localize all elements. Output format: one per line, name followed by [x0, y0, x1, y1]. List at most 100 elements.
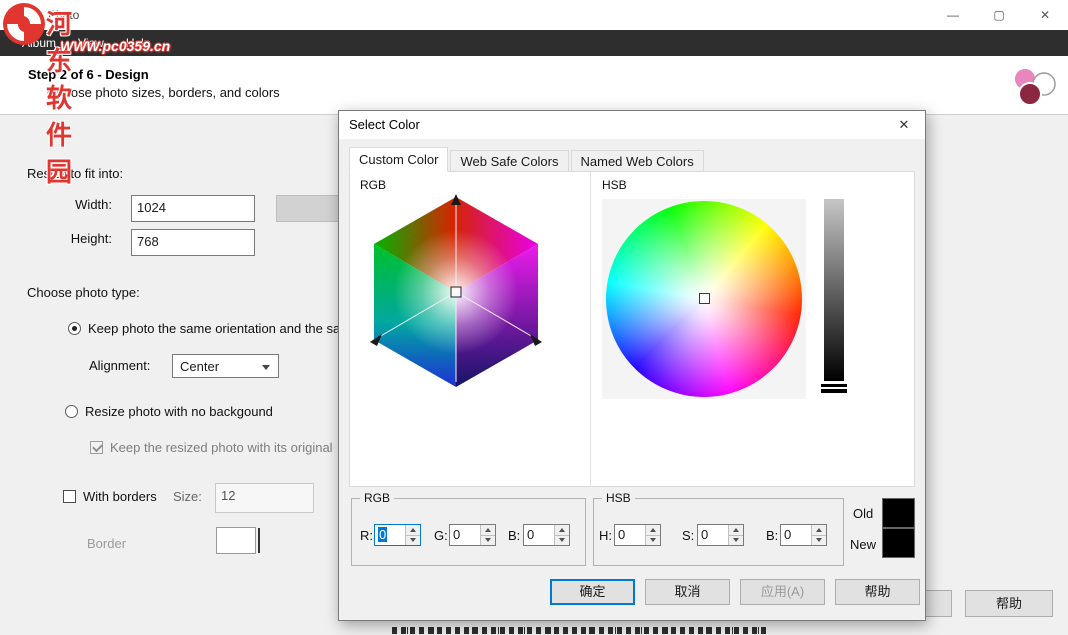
- cube-marker[interactable]: [451, 287, 461, 297]
- hsb-group-label: HSB: [602, 491, 635, 505]
- down-arrow-icon: [559, 538, 565, 542]
- width-label: Width:: [60, 197, 112, 212]
- b-label: B:: [508, 528, 520, 543]
- titlebar: Photo — ▢ ✕: [0, 0, 1068, 30]
- g-value[interactable]: 0: [450, 525, 480, 545]
- alignment-value: Center: [180, 359, 219, 374]
- step-title: Step 2 of 6 - Design: [28, 67, 149, 82]
- up-arrow-icon: [733, 528, 739, 532]
- b-spinner: 0: [523, 524, 570, 546]
- checkbox-keep-original[interactable]: [90, 441, 103, 454]
- hsb-b-spin-down[interactable]: [812, 535, 826, 546]
- radio-same-orientation[interactable]: [68, 322, 81, 335]
- wheel-marker[interactable]: [699, 293, 710, 304]
- border-label: Border: [87, 536, 126, 551]
- down-arrow-icon: [816, 538, 822, 542]
- radio-same-orientation-label[interactable]: Keep photo the same orientation and the …: [88, 321, 340, 336]
- rgb-color-cube[interactable]: [366, 194, 546, 390]
- radio-no-background[interactable]: [65, 405, 78, 418]
- r-value[interactable]: 0: [375, 525, 405, 545]
- size-label: Size:: [173, 489, 202, 504]
- height-label: Height:: [60, 231, 112, 246]
- up-arrow-icon: [485, 528, 491, 532]
- g-spin-down[interactable]: [481, 535, 495, 546]
- hsb-wheel-area: [602, 199, 806, 399]
- height-input[interactable]: 768: [131, 229, 255, 256]
- menu-item-help[interactable]: Help: [122, 36, 155, 50]
- rgb-group-label: RGB: [360, 491, 394, 505]
- hsb-b-label: B:: [766, 528, 778, 543]
- h-spin-up[interactable]: [646, 525, 660, 535]
- window-controls: — ▢ ✕: [930, 0, 1068, 30]
- minimize-button[interactable]: —: [930, 0, 976, 30]
- hsb-color-wheel[interactable]: [606, 201, 802, 397]
- chevron-down-icon: [262, 365, 270, 370]
- apply-button[interactable]: 应用(A): [740, 579, 825, 605]
- photo-type-label: Choose photo type:: [27, 285, 140, 300]
- up-arrow-icon: [816, 528, 822, 532]
- old-color-swatch: [882, 498, 915, 528]
- resize-label: Resize to fit into:: [27, 166, 123, 181]
- radio-no-background-label[interactable]: Resize photo with no backgound: [85, 404, 273, 419]
- s-spinner: 0: [697, 524, 744, 546]
- up-arrow-icon: [559, 528, 565, 532]
- dialog-close-button[interactable]: ✕: [893, 111, 915, 139]
- s-spin-down[interactable]: [729, 535, 743, 546]
- cancel-button[interactable]: 取消: [645, 579, 730, 605]
- up-arrow-icon: [410, 528, 416, 532]
- alignment-label: Alignment:: [89, 358, 150, 373]
- checkbox-with-borders-label[interactable]: With borders: [83, 489, 157, 504]
- hsb-section-label: HSB: [602, 178, 627, 192]
- tab-web-safe-colors[interactable]: Web Safe Colors: [450, 150, 568, 172]
- window-title: Photo: [48, 0, 79, 30]
- alignment-select[interactable]: Center: [172, 354, 279, 378]
- b-spin-up[interactable]: [555, 525, 569, 535]
- r-spinner: 0: [374, 524, 421, 546]
- checkbox-with-borders[interactable]: [63, 490, 76, 503]
- main-help-button[interactable]: 帮助: [965, 590, 1053, 617]
- h-label: H:: [599, 528, 612, 543]
- r-label: R:: [360, 528, 373, 543]
- tab-named-web-colors[interactable]: Named Web Colors: [571, 150, 704, 172]
- dialog-title: Select Color: [349, 111, 420, 139]
- s-value[interactable]: 0: [698, 525, 728, 545]
- r-spin-up[interactable]: [406, 525, 420, 535]
- h-spin-down[interactable]: [646, 535, 660, 546]
- rgb-groupbox: RGB R: 0 G: 0 B: 0: [351, 498, 586, 566]
- checkbox-keep-original-label: Keep the resized photo with its original: [110, 440, 333, 455]
- old-color-label: Old: [853, 506, 873, 521]
- close-button[interactable]: ✕: [1022, 0, 1068, 30]
- menubar: Album View Help: [0, 30, 1068, 56]
- panel-divider: [590, 172, 591, 486]
- width-input[interactable]: 1024: [131, 195, 255, 222]
- down-arrow-icon: [410, 538, 416, 542]
- h-value[interactable]: 0: [615, 525, 645, 545]
- rgb-section-label: RGB: [360, 178, 386, 192]
- maximize-button[interactable]: ▢: [976, 0, 1022, 30]
- dialog-help-button[interactable]: 帮助: [835, 579, 920, 605]
- b-value[interactable]: 0: [524, 525, 554, 545]
- custom-color-panel: RGB: [349, 171, 915, 487]
- up-arrow-icon: [650, 528, 656, 532]
- r-spin-down[interactable]: [406, 535, 420, 546]
- text-caret: [258, 528, 260, 553]
- menu-item-album[interactable]: Album: [18, 36, 60, 50]
- g-spin-up[interactable]: [481, 525, 495, 535]
- hsb-b-value[interactable]: 0: [781, 525, 811, 545]
- brightness-slider[interactable]: [824, 199, 844, 381]
- clipped-text-fragment: [392, 627, 768, 634]
- hsb-b-spin-up[interactable]: [812, 525, 826, 535]
- h-spinner: 0: [614, 524, 661, 546]
- b-spin-down[interactable]: [555, 535, 569, 546]
- g-label: G:: [434, 528, 448, 543]
- tab-custom-color[interactable]: Custom Color: [349, 147, 448, 172]
- ok-button[interactable]: 确定: [550, 579, 635, 605]
- border-color-swatch[interactable]: [216, 527, 256, 554]
- menu-item-view[interactable]: View: [74, 36, 108, 50]
- s-spin-up[interactable]: [729, 525, 743, 535]
- down-arrow-icon: [485, 538, 491, 542]
- size-input[interactable]: 12: [215, 483, 314, 513]
- brightness-slider-handle[interactable]: [821, 384, 847, 393]
- dialog-titlebar: Select Color ✕: [339, 111, 925, 139]
- s-label: S:: [682, 528, 694, 543]
